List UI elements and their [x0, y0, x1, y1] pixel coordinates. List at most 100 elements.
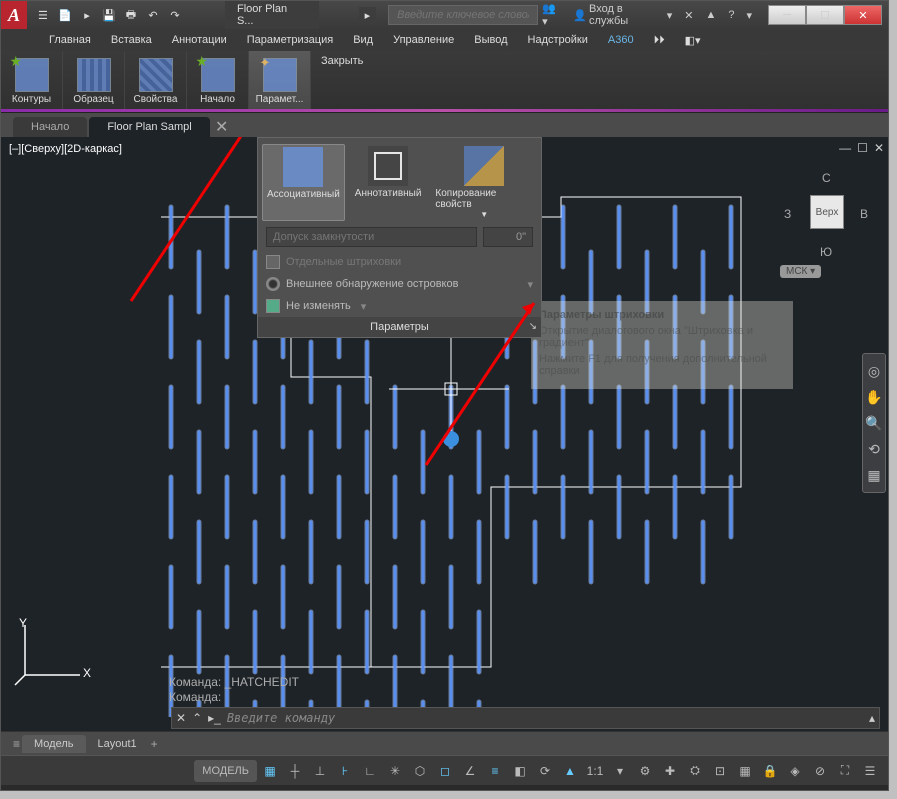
- doctab-floorplan[interactable]: Floor Plan Sampl: [89, 117, 209, 137]
- menu-a360[interactable]: A360: [598, 31, 644, 49]
- status-cycling-icon[interactable]: ⟳: [533, 760, 557, 782]
- viewport-minimize-icon[interactable]: —: [839, 141, 851, 155]
- status-transparency-icon[interactable]: ◧: [508, 760, 532, 782]
- viewcube[interactable]: С Ю В З Верх МСК ▾: [780, 165, 870, 293]
- status-polar-icon[interactable]: ✳: [383, 760, 407, 782]
- menu-output[interactable]: Вывод: [464, 31, 517, 49]
- search-input[interactable]: [388, 5, 538, 25]
- signin-button[interactable]: 👤Вход в службы▾: [569, 1, 676, 29]
- status-otrack-icon[interactable]: ∠: [458, 760, 482, 782]
- status-custom-icon[interactable]: ☰: [858, 760, 882, 782]
- qat-redo-icon[interactable]: ↷: [165, 5, 185, 25]
- qat-undo-icon[interactable]: ↶: [143, 5, 163, 25]
- properties-icon: [139, 58, 173, 92]
- nav-showmotion-icon[interactable]: ▦: [863, 462, 885, 488]
- status-snap-icon[interactable]: ┼: [283, 760, 307, 782]
- qat-print-icon[interactable]: 🖶: [121, 5, 141, 25]
- origin-icon: [201, 58, 235, 92]
- status-gear-icon[interactable]: ⚙: [633, 760, 657, 782]
- status-lwt-icon[interactable]: ≡: [483, 760, 507, 782]
- menu-panels-icon[interactable]: ◧▾: [675, 31, 711, 50]
- flyout-annotative[interactable]: Аннотативный: [351, 144, 426, 221]
- nav-pan-icon[interactable]: ✋: [863, 384, 885, 410]
- qat-open-icon[interactable]: ▸: [77, 5, 97, 25]
- help-dropdown-icon[interactable]: ▾: [742, 7, 756, 24]
- status-osnap-icon[interactable]: ◻: [433, 760, 457, 782]
- viewcube-east[interactable]: В: [860, 207, 868, 221]
- command-input[interactable]: Введите команду: [227, 711, 863, 725]
- menu-more-icon[interactable]: ⏵⏵: [644, 31, 675, 50]
- viewcube-top-face[interactable]: Верх: [810, 195, 844, 229]
- maximize-button[interactable]: ☐: [806, 5, 844, 25]
- tooltip: Параметры штриховки Открытие диалогового…: [531, 301, 793, 389]
- nav-zoom-icon[interactable]: 🔍: [863, 410, 885, 436]
- status-infer-icon[interactable]: ⊥: [308, 760, 332, 782]
- ribbon-origin[interactable]: Начало: [187, 51, 249, 112]
- status-scale-button[interactable]: 1:1: [583, 760, 607, 782]
- menu-home[interactable]: Главная: [39, 31, 101, 49]
- cmdline-close-icon[interactable]: ✕: [176, 711, 186, 725]
- status-lock-icon[interactable]: 🔒: [758, 760, 782, 782]
- status-isolate-icon[interactable]: ⊘: [808, 760, 832, 782]
- status-qprop-icon[interactable]: ▦: [733, 760, 757, 782]
- app-icon[interactable]: A: [1, 1, 27, 29]
- status-annoscale-icon[interactable]: ▲: [558, 760, 582, 782]
- ribbon-properties[interactable]: Свойства: [125, 51, 187, 112]
- status-iso-icon[interactable]: ⬡: [408, 760, 432, 782]
- viewcube-west[interactable]: З: [784, 207, 791, 221]
- qat-new-icon[interactable]: 📄: [55, 5, 75, 25]
- layout-tab-model[interactable]: Модель: [22, 735, 85, 753]
- menu-addins[interactable]: Надстройки: [518, 31, 598, 49]
- viewcube-north[interactable]: С: [822, 171, 831, 185]
- viewport-maximize-icon[interactable]: ☐: [857, 141, 868, 155]
- status-grid-icon[interactable]: ▦: [258, 760, 282, 782]
- doctab-add-icon[interactable]: ✕: [212, 117, 232, 137]
- menu-insert[interactable]: Вставка: [101, 31, 162, 49]
- ribbon-boundaries[interactable]: Контуры: [1, 51, 63, 112]
- autodesk-icon[interactable]: ▲: [701, 7, 720, 23]
- doctab-start[interactable]: Начало: [13, 117, 87, 137]
- nav-wheel-icon[interactable]: ◎: [863, 358, 885, 384]
- cmdline-recent-icon[interactable]: ▴: [869, 711, 875, 725]
- menu-parametric[interactable]: Параметризация: [237, 31, 343, 49]
- status-units-icon[interactable]: ⊡: [708, 760, 732, 782]
- ribbon-options[interactable]: Парамет...: [249, 51, 311, 112]
- qat-menu-icon[interactable]: ☰: [33, 5, 53, 25]
- close-button[interactable]: ✕: [844, 5, 882, 25]
- layout-tab-layout1[interactable]: Layout1: [86, 735, 149, 753]
- status-annomon-icon[interactable]: ✚: [658, 760, 682, 782]
- view-controls-label[interactable]: [–][Сверху][2D-каркас]: [9, 143, 122, 155]
- title-dropdown-icon[interactable]: ▸: [359, 7, 377, 24]
- ribbon-close-button[interactable]: Закрыть: [311, 51, 373, 112]
- ucs-icon[interactable]: Y X: [15, 620, 95, 693]
- status-ortho-icon[interactable]: ∟: [358, 760, 382, 782]
- status-scale-dropdown-icon[interactable]: ▾: [608, 760, 632, 782]
- info-center-icon[interactable]: 👥▾: [538, 0, 565, 30]
- status-workspace-icon[interactable]: ⛭: [683, 760, 707, 782]
- flyout-match-props[interactable]: Копирование свойств▼: [431, 144, 537, 221]
- viewcube-wcs-button[interactable]: МСК ▾: [780, 265, 821, 278]
- nav-orbit-icon[interactable]: ⟲: [863, 436, 885, 462]
- layout-add-icon[interactable]: +: [149, 737, 160, 751]
- navigation-bar: ◎ ✋ 🔍 ⟲ ▦: [862, 353, 886, 493]
- menu-annotate[interactable]: Аннотации: [162, 31, 237, 49]
- viewcube-south[interactable]: Ю: [820, 245, 832, 259]
- flyout-island-detection[interactable]: Внешнее обнаружение островков▾: [258, 273, 541, 295]
- menu-manage[interactable]: Управление: [383, 31, 464, 49]
- exchange-icon[interactable]: ✕: [680, 7, 697, 24]
- qat-save-icon[interactable]: 💾: [99, 5, 119, 25]
- status-hardware-icon[interactable]: ◈: [783, 760, 807, 782]
- help-icon[interactable]: ?: [724, 7, 738, 23]
- command-line[interactable]: ✕ ⌃ ▸_ Введите команду ▴: [171, 707, 880, 729]
- viewport-close-icon[interactable]: ✕: [874, 141, 884, 155]
- status-dyn-icon[interactable]: ⊦: [333, 760, 357, 782]
- ribbon-pattern[interactable]: Образец: [63, 51, 125, 112]
- status-clean-icon[interactable]: ⛶: [833, 760, 857, 782]
- gap-tolerance-input[interactable]: [483, 227, 533, 247]
- status-model-button[interactable]: МОДЕЛЬ: [194, 760, 257, 782]
- minimize-button[interactable]: ─: [768, 5, 806, 25]
- drawing-area[interactable]: [–][Сверху][2D-каркас] — ☐ ✕ Ассоциативн…: [1, 137, 888, 731]
- cmdline-config-icon[interactable]: ⌃: [192, 711, 202, 725]
- layout-nav-icon[interactable]: ≡: [11, 737, 22, 751]
- menu-view[interactable]: Вид: [343, 31, 383, 49]
